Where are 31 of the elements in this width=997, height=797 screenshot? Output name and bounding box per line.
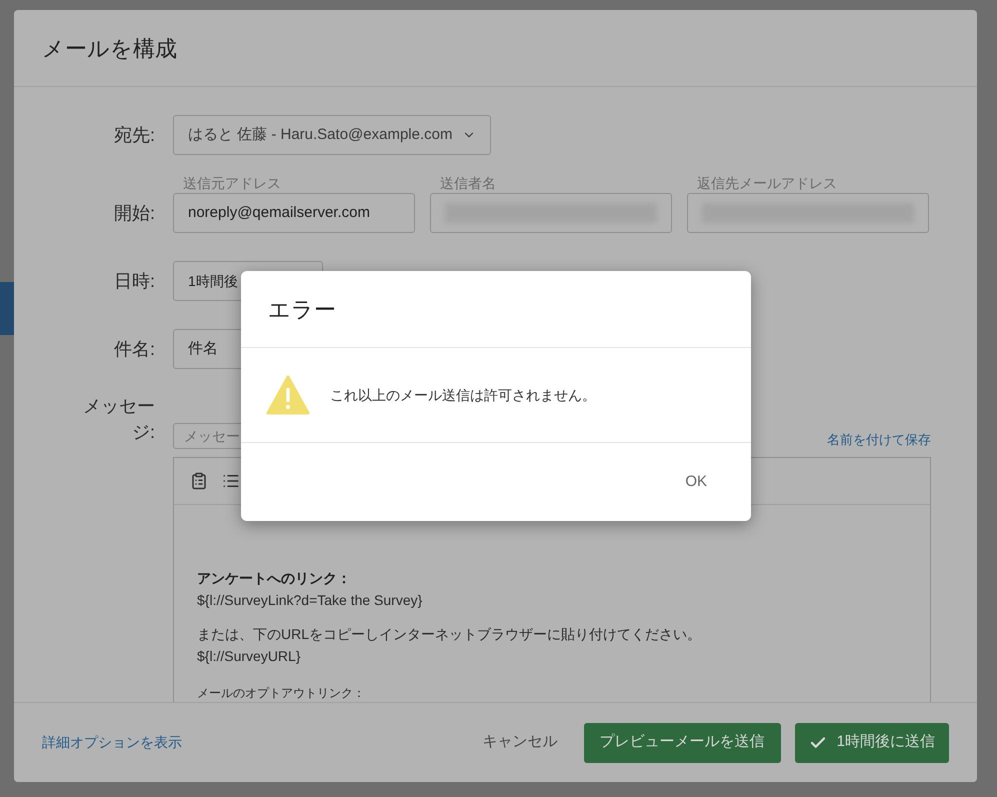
preview-send-button[interactable]: プレビューメールを送信: [584, 722, 781, 762]
recipient-dropdown[interactable]: はると 佐藤 - Haru.Sato@example.com: [173, 115, 492, 155]
field-label: メッセー: [83, 395, 155, 418]
field-caption: 送信元アドレス: [182, 174, 282, 193]
field-label: ジ:: [132, 421, 155, 444]
field-caption: 送信者名: [439, 174, 497, 193]
message-text: または、下のURLをコピーしインターネットブラウザーに貼り付けてください。: [197, 625, 702, 644]
error-title: エラー: [268, 296, 336, 324]
save-as-link[interactable]: 名前を付けて保存: [827, 430, 931, 449]
field-label: 開始:: [114, 202, 155, 224]
list-icon[interactable]: [222, 472, 240, 490]
advanced-options-link[interactable]: 詳細オプションを表示: [42, 732, 182, 753]
clipboard-icon[interactable]: [190, 472, 208, 490]
dialog-title: メールを構成: [42, 34, 177, 62]
input-field[interactable]: [430, 193, 672, 233]
field-label: 件名:: [114, 338, 155, 360]
warning-icon: [266, 375, 310, 415]
message-text: メールのオプトアウトリンク：: [197, 685, 366, 702]
ok-button[interactable]: OK: [681, 470, 711, 494]
field-label: 宛先:: [114, 124, 155, 146]
message-text: ${l://SurveyURL}: [197, 647, 302, 666]
field-caption: 返信先メールアドレス: [696, 174, 838, 193]
background-panel: [0, 282, 14, 335]
field-label: 日時:: [114, 270, 155, 292]
input-field[interactable]: noreply@qemailserver.com: [173, 193, 415, 233]
message-text: ${l://SurveyLink?d=Take the Survey}: [197, 591, 424, 610]
error-message: これ以上のメール送信は許可されません。: [330, 386, 596, 404]
cancel-button[interactable]: キャンセル: [478, 731, 562, 754]
input-field[interactable]: [687, 193, 929, 233]
message-text: アンケートへのリンク：: [197, 569, 352, 588]
send-button[interactable]: 1時間後に送信: [794, 722, 949, 762]
